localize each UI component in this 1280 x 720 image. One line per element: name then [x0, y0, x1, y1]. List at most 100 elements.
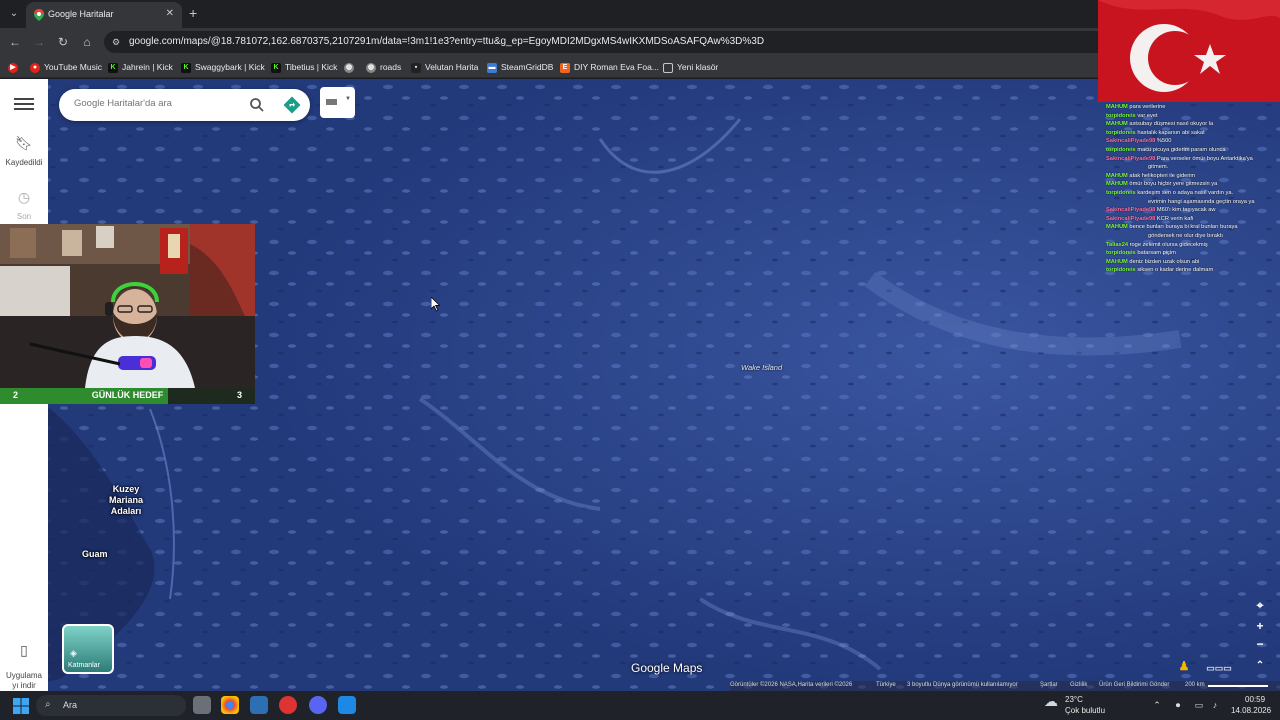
privacy-link[interactable]: Gizlilik [1070, 682, 1087, 688]
chat-message: torpidoreis kardeşim sen o adaya nasıl v… [1086, 190, 1278, 197]
taskbar-app-icon[interactable] [250, 696, 268, 714]
rail-recent[interactable]: ◷ Son [0, 189, 48, 221]
chat-text: batarsam piçim [1137, 250, 1176, 257]
chat-username[interactable]: torpidoreis [1106, 130, 1136, 136]
reload-icon[interactable]: ↻ [55, 34, 71, 50]
taskbar-search[interactable]: ⌕ Ara [36, 695, 186, 716]
chat-username[interactable]: SakincaliPiyade98 [1106, 216, 1155, 222]
site-info-icon[interactable]: ⚙ [112, 36, 124, 48]
chat-username[interactable]: MAHUM [1106, 104, 1128, 110]
3d-unavailable-text: 3 boyutlu Dünya görünümü kullanılamıyor [907, 682, 1018, 688]
windows-start-icon[interactable] [13, 698, 29, 714]
layers-button[interactable]: ◈ Katmanlar [62, 624, 114, 674]
label-north-mariana: Kuzey Mariana Adaları [108, 484, 143, 516]
chat-message: torpidoreis batarsam piçim [1086, 250, 1278, 257]
rail-saved[interactable]: 🔖︎ Kaydedildi [0, 135, 48, 167]
chat-username[interactable]: torpidoreis [1106, 250, 1136, 256]
site-icon: ▪ [411, 62, 421, 73]
taskbar-task-view-icon[interactable] [193, 696, 211, 714]
chat-username[interactable]: torpidoreis [1106, 267, 1136, 273]
tab-google-maps[interactable]: Google Haritalar ✕ [26, 2, 182, 28]
chat-username[interactable]: Talias24 [1106, 242, 1128, 248]
chat-message: MAHUM atak helikopteri ile giderim [1086, 173, 1278, 180]
chat-message: SakincaliPiyade98 %500 [1086, 138, 1278, 145]
home-icon[interactable]: ⌂ [79, 34, 95, 50]
turkish-flag-image [1098, 0, 1280, 102]
zoom-in-button[interactable]: + [1252, 618, 1268, 634]
bookmark-swaggybark-kick[interactable]: K Swaggybark | Kick [181, 61, 265, 73]
chat-text: gitmem. [1148, 164, 1169, 171]
chat-username[interactable]: SakincaliPiyade98 [1106, 156, 1155, 162]
bookmark-tibetius-kick[interactable]: K Tibetius | Kick [271, 61, 337, 73]
chat-username[interactable]: torpidoreis [1106, 190, 1136, 196]
search-input[interactable] [74, 98, 239, 109]
tray-chevron-up-icon[interactable]: ⌃ [1152, 700, 1162, 710]
chat-text: Para verseler ömür boyu Antarktika'ya [1156, 155, 1253, 162]
chat-message: MAHUM bence bunları buraya bi kral bunla… [1086, 224, 1278, 231]
feedback-link[interactable]: Ürün Geri Bildirimi Gönder [1099, 682, 1169, 688]
weather-cloud-icon[interactable]: ☁ [1042, 694, 1060, 712]
tab-close-icon[interactable]: ✕ [166, 8, 174, 19]
address-bar[interactable]: ⚙ google.com/maps/@18.781072,162.6870375… [104, 31, 1114, 53]
back-arrow-icon[interactable]: ← [7, 34, 23, 50]
chat-message: torpidoreis siksen o kadar derine dalmam [1086, 267, 1278, 274]
network-icon[interactable]: ▭ [1194, 700, 1204, 710]
volume-icon[interactable]: ♪ [1210, 700, 1220, 710]
taskbar-app-icon-3[interactable] [338, 696, 356, 714]
map-type-chip[interactable]: ▼ [320, 87, 355, 118]
bookmark-globe[interactable]: ◍ [344, 61, 358, 73]
chat-username[interactable]: MAHUM [1106, 181, 1128, 187]
daily-goal-bar: 2 GÜNLÜK HEDEF 3 [0, 388, 255, 404]
expand-up-icon[interactable]: ⌃ [1252, 658, 1268, 674]
chat-message: göndersek ne olur diye bıraktı [1086, 233, 1278, 240]
bookmark-velutan-harita[interactable]: ▪ Velutan Harita [411, 61, 478, 73]
new-tab-plus-icon[interactable]: + [189, 5, 197, 21]
chat-message: evrimin hangi aşamasında geçtin oraya ya [1086, 199, 1278, 206]
rail-download-app[interactable]: ▯ Uygulama yı indir [0, 635, 48, 691]
taskbar-app-icon-2[interactable] [279, 696, 297, 714]
webcam-image [0, 224, 255, 388]
chat-username[interactable]: MAHUM [1106, 121, 1128, 127]
tab-search-chevron-icon[interactable]: ⌄ [6, 6, 22, 22]
chat-username[interactable]: SakincaliPiyade98 [1106, 138, 1155, 144]
directions-icon[interactable] [283, 96, 301, 114]
my-location-icon[interactable]: ⌖ [1252, 597, 1268, 613]
bookmark-youtube-music-icon[interactable]: ▶ [8, 61, 22, 73]
microphone-icon[interactable]: ⏺ [1173, 700, 1183, 710]
chat-text: atak helikopteri ile giderim [1129, 172, 1196, 179]
hamburger-menu-icon[interactable] [14, 95, 34, 111]
search-icon[interactable] [249, 97, 265, 113]
chat-username[interactable]: torpidoreis [1106, 113, 1136, 119]
bookmark-jahrein-kick[interactable]: K Jahrein | Kick [108, 61, 173, 73]
pegman-icon[interactable]: ♟ [1176, 658, 1192, 674]
forward-arrow-icon[interactable]: → [31, 34, 47, 50]
chat-username[interactable]: torpidoreis [1106, 147, 1136, 153]
scale-bar [1208, 685, 1268, 687]
zoom-out-button[interactable]: − [1252, 636, 1268, 652]
taskbar-discord-icon[interactable] [309, 696, 327, 714]
map-chip-icon [326, 99, 337, 105]
weather-temp: 23°C [1065, 695, 1083, 704]
bookmark-folder[interactable]: Yeni klasör [663, 61, 718, 73]
taskbar-chrome-icon[interactable] [221, 696, 239, 714]
terms-link[interactable]: Şartlar [1040, 682, 1058, 688]
bookmark-diy-roman[interactable]: E DIY Roman Eva Foa... [560, 61, 659, 73]
chat-message: gitmem. [1086, 164, 1278, 171]
chat-username[interactable]: MAHUM [1106, 224, 1128, 230]
bookmark-roads[interactable]: ◍ roads [366, 61, 401, 73]
chat-username[interactable]: MAHUM [1106, 173, 1128, 179]
region-link[interactable]: Türkiye [876, 682, 896, 688]
chat-message: MAHUM para verilerine [1086, 104, 1278, 111]
chat-text: evrimin hangi aşamasında geçtin oraya ya [1148, 198, 1255, 205]
chat-username[interactable]: MAHUM [1106, 259, 1128, 265]
chat-username[interactable]: SakincaliPiyade98 [1106, 207, 1155, 213]
tab-title: Google Haritalar [48, 9, 114, 19]
chat-message: torpidoreis macu picuya giderim param ol… [1086, 147, 1278, 154]
chat-text: KCR verin kafi [1156, 215, 1194, 222]
bookmark-youtube-music[interactable]: ● YouTube Music [30, 61, 102, 73]
bookmark-steamgriddb[interactable]: ▬ SteamGridDB [487, 61, 553, 73]
url-text: google.com/maps/@18.781072,162.6870375,2… [129, 36, 765, 47]
chat-text: kardeşim sen o adaya nasıl vardın ya. [1137, 190, 1234, 196]
layers-label: Katmanlar [68, 662, 100, 669]
imagery-thumbnails[interactable]: ▭▭▭ [1196, 660, 1242, 676]
